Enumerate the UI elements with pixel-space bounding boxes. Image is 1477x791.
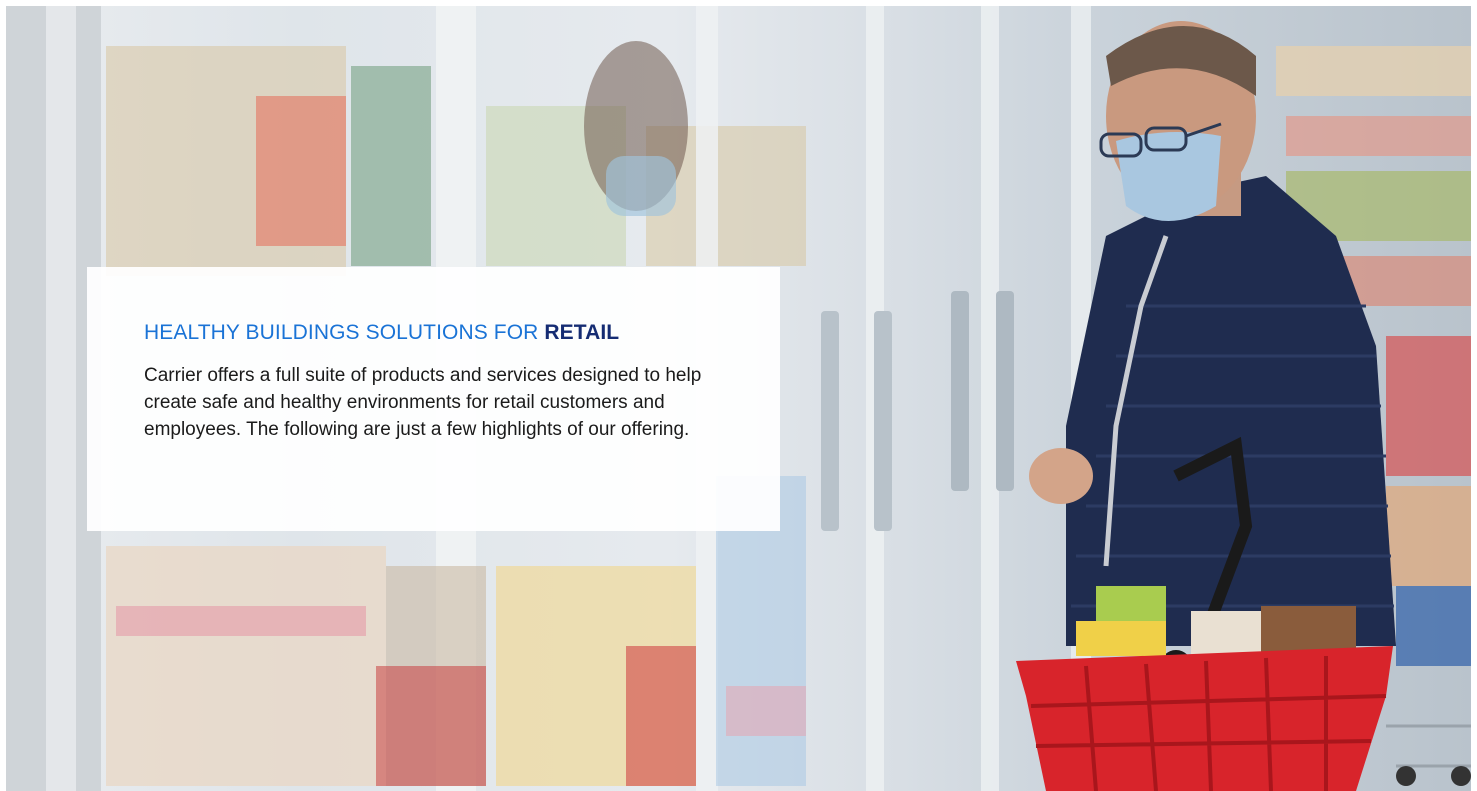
card-title: HEALTHY BUILDINGS SOLUTIONS FOR RETAIL	[144, 319, 724, 347]
hero-banner: HEALTHY BUILDINGS SOLUTIONS FOR RETAIL C…	[6, 6, 1471, 791]
info-card: HEALTHY BUILDINGS SOLUTIONS FOR RETAIL C…	[87, 267, 780, 531]
card-description: Carrier offers a full suite of products …	[144, 365, 702, 440]
card-title-emphasis: RETAIL	[544, 321, 620, 344]
card-title-prefix: HEALTHY BUILDINGS SOLUTIONS FOR	[144, 321, 545, 344]
